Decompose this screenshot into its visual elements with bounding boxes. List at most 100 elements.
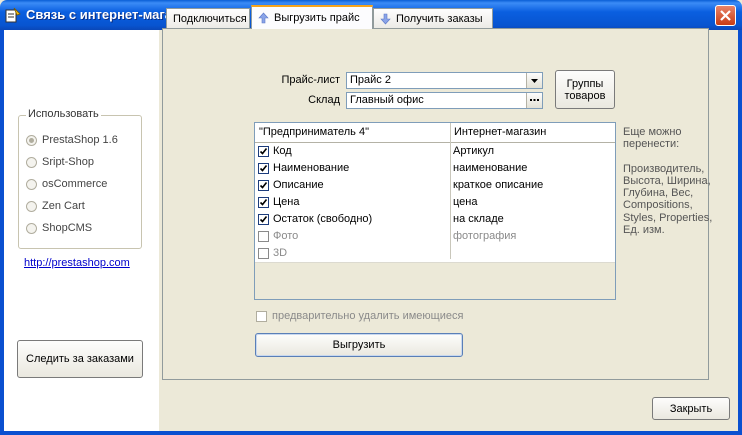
row-checkbox[interactable] <box>258 197 269 208</box>
warehouse-label: Склад <box>308 94 340 106</box>
column-divider <box>450 123 451 259</box>
radio-label: PrestaShop 1.6 <box>42 134 118 146</box>
note-line: Compositions, <box>623 199 693 212</box>
chevron-down-icon <box>531 78 538 83</box>
source-field: Код <box>273 145 292 157</box>
table-row[interactable]: Код Артикул <box>255 143 615 161</box>
row-checkbox[interactable] <box>258 248 269 259</box>
target-field[interactable]: краткое описание <box>453 179 543 191</box>
product-groups-button[interactable]: Группы товаров <box>555 70 615 109</box>
close-button-label: Закрыть <box>669 402 713 415</box>
note-line: Глубина, Вес, <box>623 187 694 200</box>
dropdown-button[interactable] <box>526 73 542 88</box>
note-line: Высота, Ширина, <box>623 174 711 187</box>
product-groups-label-1: Группы <box>566 78 604 90</box>
source-field: Фото <box>273 230 299 242</box>
window-frame-right <box>738 30 742 435</box>
row-checkbox[interactable] <box>258 163 269 174</box>
radio-label: Sript-Shop <box>42 156 94 168</box>
note-spacer <box>623 151 723 163</box>
note-line: перенести: <box>623 138 680 151</box>
checkmark-icon <box>259 165 268 172</box>
row-checkbox[interactable] <box>258 231 269 242</box>
tab-get-orders[interactable]: Получить заказы <box>373 8 493 28</box>
radio-button[interactable] <box>26 134 37 146</box>
radio-button[interactable] <box>26 156 37 168</box>
row-checkbox[interactable] <box>258 214 269 225</box>
source-field: Цена <box>273 196 300 208</box>
column-header-target: Интернет-магазин <box>454 126 547 138</box>
radio-label: osCommerce <box>42 178 108 190</box>
note-line: Styles, Properties, <box>623 211 713 224</box>
table-row[interactable]: Цена цена <box>255 194 615 212</box>
tab-connect[interactable]: Подключиться <box>166 8 250 28</box>
checkmark-icon <box>259 182 268 189</box>
radio-button[interactable] <box>26 222 37 234</box>
row-checkbox[interactable] <box>258 180 269 191</box>
table-row[interactable]: Фото фотография <box>255 228 615 246</box>
target-field[interactable]: наименование <box>453 162 527 174</box>
track-orders-label: Следить за заказами <box>26 353 134 365</box>
price-list-select[interactable]: Прайс 2 <box>346 72 543 89</box>
radio-shopcms[interactable]: ShopCMS <box>26 220 92 236</box>
note-line: Еще можно <box>623 126 682 138</box>
delete-existing-label: предварительно удалить имеющиеся <box>272 310 464 322</box>
radio-prestashop[interactable]: PrestaShop 1.6 <box>26 132 118 148</box>
track-orders-button[interactable]: Следить за заказами <box>17 340 143 378</box>
column-header-source: "Предприниматель 4" <box>259 126 369 138</box>
source-field: Наименование <box>273 162 350 174</box>
table-row[interactable]: 3D <box>255 245 615 263</box>
radio-button[interactable] <box>26 178 37 190</box>
dialog-window: Связь с интернет-магазином Использовать … <box>0 0 742 435</box>
export-button[interactable]: Выгрузить <box>255 333 463 357</box>
price-list-value: Прайс 2 <box>350 74 391 86</box>
warehouse-value: Главный офис <box>350 94 424 106</box>
window-frame-bottom <box>0 431 742 435</box>
warehouse-field[interactable]: Главный офис <box>346 92 543 109</box>
ellipsis-icon <box>530 99 539 101</box>
delete-existing-checkbox[interactable] <box>256 310 267 322</box>
table-row[interactable]: Остаток (свободно) на складе <box>255 211 615 229</box>
extra-fields-note: Еще можно перенести: Производитель, Высо… <box>623 126 723 236</box>
app-icon <box>5 7 21 23</box>
export-button-label: Выгрузить <box>332 339 386 351</box>
checkmark-icon <box>259 148 268 155</box>
field-mapping-table[interactable]: "Предприниматель 4" Интернет-магазин Код… <box>254 122 616 300</box>
product-groups-label-2: товаров <box>564 90 606 102</box>
checkmark-icon <box>259 199 268 206</box>
platform-group-title: Использовать <box>26 108 101 120</box>
checkmark-icon <box>259 216 268 223</box>
target-field[interactable]: на складе <box>453 213 504 225</box>
note-line: Производитель, <box>623 162 705 175</box>
table-header: "Предприниматель 4" Интернет-магазин <box>255 123 615 143</box>
radio-button[interactable] <box>26 200 37 212</box>
tab-label: Получить заказы <box>396 12 483 25</box>
source-field: Описание <box>273 179 324 191</box>
source-field: Остаток (свободно) <box>273 213 373 225</box>
close-button[interactable]: Закрыть <box>652 397 730 420</box>
note-line: Ед. изм. <box>623 224 665 237</box>
arrow-up-icon <box>258 12 269 24</box>
target-field[interactable]: Артикул <box>453 145 494 157</box>
tab-label: Подключиться <box>173 12 247 25</box>
price-list-label: Прайс-лист <box>281 74 340 86</box>
prestashop-link[interactable]: http://prestashop.com <box>24 257 130 269</box>
radio-zen-cart[interactable]: Zen Cart <box>26 198 85 214</box>
browse-button[interactable] <box>526 93 542 108</box>
target-field[interactable]: цена <box>453 196 478 208</box>
tab-label: Выгрузить прайс <box>274 12 360 24</box>
table-row[interactable]: Описание краткое описание <box>255 177 615 195</box>
delete-existing-option[interactable]: предварительно удалить имеющиеся <box>256 310 463 322</box>
window-close-button[interactable] <box>715 5 736 26</box>
table-row[interactable]: Наименование наименование <box>255 160 615 178</box>
tab-export-price[interactable]: Выгрузить прайс <box>251 5 373 29</box>
arrow-down-icon <box>380 13 391 24</box>
radio-sript-shop[interactable]: Sript-Shop <box>26 154 94 170</box>
row-checkbox[interactable] <box>258 146 269 157</box>
radio-oscommerce[interactable]: osCommerce <box>26 176 107 192</box>
radio-label: ShopCMS <box>42 222 93 234</box>
radio-label: Zen Cart <box>42 200 85 212</box>
target-field[interactable]: фотография <box>453 230 516 242</box>
close-icon <box>720 10 731 21</box>
source-field: 3D <box>273 247 288 259</box>
